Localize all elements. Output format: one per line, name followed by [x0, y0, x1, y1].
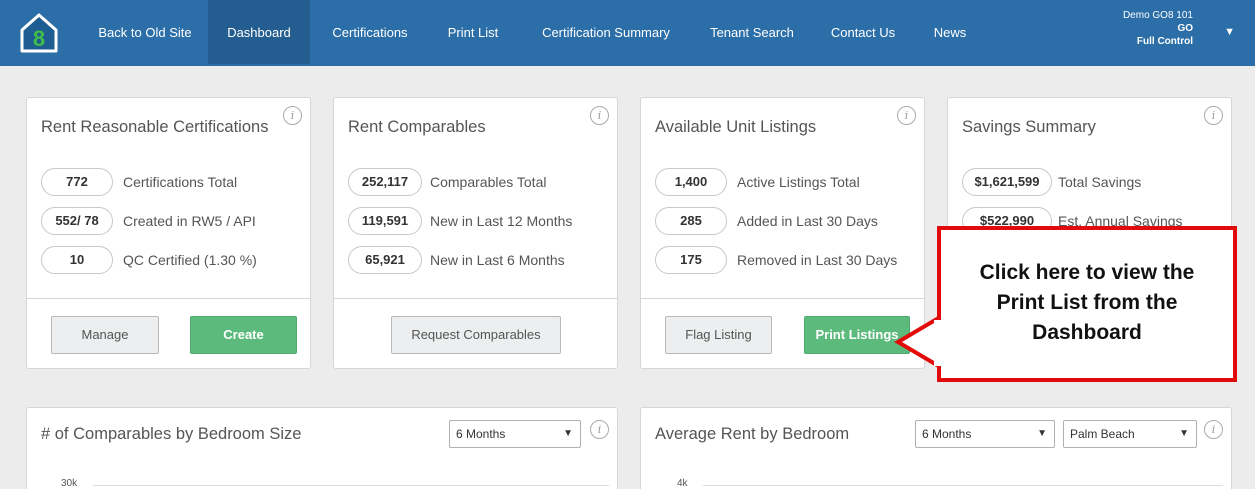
home-8-logo-icon[interactable]: 8 [18, 12, 60, 54]
user-menu[interactable]: Demo GO8 101 GO Full Control [1123, 9, 1193, 48]
card-divider [641, 298, 924, 299]
region-select-value: Palm Beach [1070, 427, 1135, 441]
nav-contact-us[interactable]: Contact Us [815, 0, 911, 64]
nav-print-list[interactable]: Print List [430, 0, 516, 64]
nav-news[interactable]: News [918, 0, 982, 64]
info-icon[interactable]: i [283, 106, 302, 125]
grid-line [93, 485, 609, 486]
stat-label: New in Last 6 Months [430, 252, 565, 268]
period-select[interactable]: 6 Months ▼ [449, 420, 581, 448]
callout-pointer-mask [934, 320, 946, 366]
svg-text:8: 8 [33, 26, 45, 51]
nav-dashboard[interactable]: Dashboard [208, 0, 310, 64]
stat-label: Total Savings [1058, 174, 1142, 190]
grid-line [703, 485, 1223, 486]
info-icon[interactable]: i [590, 106, 609, 125]
y-axis-tick: 4k [677, 478, 688, 489]
dropdown-arrow-icon: ▼ [1037, 428, 1047, 439]
card-rent-comparables: Rent Comparables i 252,117 Comparables T… [333, 97, 618, 369]
dropdown-arrow-icon: ▼ [563, 428, 573, 439]
stat-label: Certifications Total [123, 174, 238, 190]
chart-title: # of Comparables by Bedroom Size [41, 425, 302, 443]
card-title: Rent Reasonable Certifications [41, 118, 269, 136]
stat-label: Active Listings Total [737, 174, 860, 190]
stat-label: Comparables Total [430, 174, 547, 190]
card-rent-reasonable-certifications: Rent Reasonable Certifications i 772 Cer… [26, 97, 311, 369]
card-title: Rent Comparables [348, 118, 486, 136]
stat-value-pill: 175 [655, 246, 727, 274]
info-icon[interactable]: i [590, 420, 609, 439]
chart-card-comparables-by-bedroom: # of Comparables by Bedroom Size 6 Month… [26, 407, 618, 489]
nav-tenant-search[interactable]: Tenant Search [696, 0, 808, 64]
stat-value-pill: 552/ 78 [41, 207, 113, 235]
request-comparables-button[interactable]: Request Comparables [391, 316, 561, 354]
stat-value-pill: 65,921 [348, 246, 422, 274]
y-axis-tick: 30k [61, 478, 78, 489]
dropdown-arrow-icon: ▼ [1179, 428, 1189, 439]
nav-certification-summary[interactable]: Certification Summary [522, 0, 690, 64]
stat-label: Removed in Last 30 Days [737, 252, 898, 268]
card-title: Savings Summary [962, 118, 1096, 136]
info-icon[interactable]: i [1204, 106, 1223, 125]
stat-value-pill: 10 [41, 246, 113, 274]
stat-value-pill: 772 [41, 168, 113, 196]
stat-value-pill: $1,621,599 [962, 168, 1052, 196]
period-select-value: 6 Months [456, 427, 506, 441]
stat-value-pill: 252,117 [348, 168, 422, 196]
stat-value-pill: 285 [655, 207, 727, 235]
callout-text: Click here to view the Print List from t… [979, 261, 1195, 344]
stat-label: Added in Last 30 Days [737, 213, 878, 229]
card-title: Available Unit Listings [655, 118, 817, 136]
nav-certifications[interactable]: Certifications [314, 0, 426, 64]
user-account-name: Demo GO8 101 [1122, 10, 1193, 21]
flag-listing-button[interactable]: Flag Listing [665, 316, 772, 354]
user-menu-caret-icon[interactable]: ▼ [1224, 26, 1235, 38]
user-initials: GO [1177, 23, 1193, 34]
info-icon[interactable]: i [1204, 420, 1223, 439]
info-icon[interactable]: i [897, 106, 916, 125]
create-button[interactable]: Create [190, 316, 297, 354]
callout-box: Click here to view the Print List from t… [937, 226, 1237, 382]
card-available-unit-listings: Available Unit Listings i 1,400 Active L… [640, 97, 925, 369]
period-select[interactable]: 6 Months ▼ [915, 420, 1055, 448]
stat-label: QC Certified (1.30 %) [123, 252, 257, 268]
nav-back-to-old-site[interactable]: Back to Old Site [82, 0, 208, 64]
stat-label: New in Last 12 Months [430, 213, 573, 229]
user-role: Full Control [1136, 36, 1193, 47]
stat-value-pill: 119,591 [348, 207, 422, 235]
top-navbar: 8 Back to Old Site Dashboard Certificati… [0, 0, 1255, 66]
card-divider [27, 298, 310, 299]
chart-card-average-rent-by-bedroom: Average Rent by Bedroom 6 Months ▼ Palm … [640, 407, 1232, 489]
stat-label: Created in RW5 / API [123, 213, 256, 229]
period-select-value: 6 Months [922, 427, 972, 441]
stat-value-pill: 1,400 [655, 168, 727, 196]
region-select[interactable]: Palm Beach ▼ [1063, 420, 1197, 448]
manage-button[interactable]: Manage [51, 316, 159, 354]
card-divider [334, 298, 617, 299]
chart-title: Average Rent by Bedroom [655, 425, 850, 443]
